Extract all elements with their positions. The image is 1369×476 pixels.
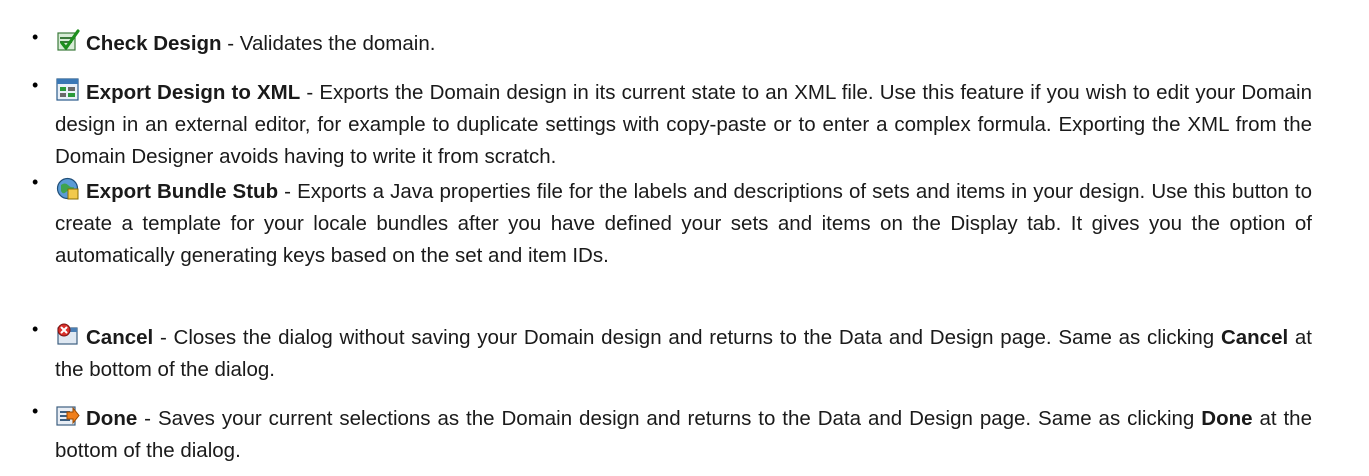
cancel-icon bbox=[55, 322, 80, 347]
bullet: • bbox=[32, 75, 39, 95]
item-title: Export Design to XML bbox=[86, 81, 301, 104]
item-description: - Closes the dialog without saving your … bbox=[153, 326, 1221, 349]
list-item-text: Export Design to XML - Exports the Domai… bbox=[55, 77, 1312, 173]
item-emphasis: Cancel bbox=[1220, 326, 1289, 349]
bullet: • bbox=[32, 319, 39, 339]
bullet: • bbox=[32, 401, 39, 421]
done-icon bbox=[55, 403, 80, 428]
item-title: Check Design bbox=[86, 32, 222, 55]
list-item-text: Done - Saves your current selections as … bbox=[55, 403, 1312, 467]
export-xml-icon bbox=[55, 77, 80, 102]
item-emphasis: Done bbox=[1201, 407, 1253, 430]
toolbar-button-descriptions: • Check Design - Validates the domain. • bbox=[0, 0, 1369, 476]
item-title: Export Bundle Stub bbox=[86, 180, 279, 203]
bullet: • bbox=[32, 172, 39, 192]
check-design-icon bbox=[55, 28, 80, 53]
list-item-text: Export Bundle Stub - Exports a Java prop… bbox=[55, 176, 1312, 272]
item-title: Done bbox=[86, 407, 138, 430]
list-item-text: Cancel - Closes the dialog without savin… bbox=[55, 322, 1312, 386]
bullet: • bbox=[32, 27, 39, 47]
item-description: - Validates the domain. bbox=[221, 32, 436, 55]
item-description: - Saves your current selections as the D… bbox=[137, 407, 1202, 430]
item-title: Cancel bbox=[86, 326, 154, 349]
list-item-text: Check Design - Validates the domain. bbox=[55, 28, 1312, 60]
export-bundle-icon bbox=[55, 176, 80, 201]
